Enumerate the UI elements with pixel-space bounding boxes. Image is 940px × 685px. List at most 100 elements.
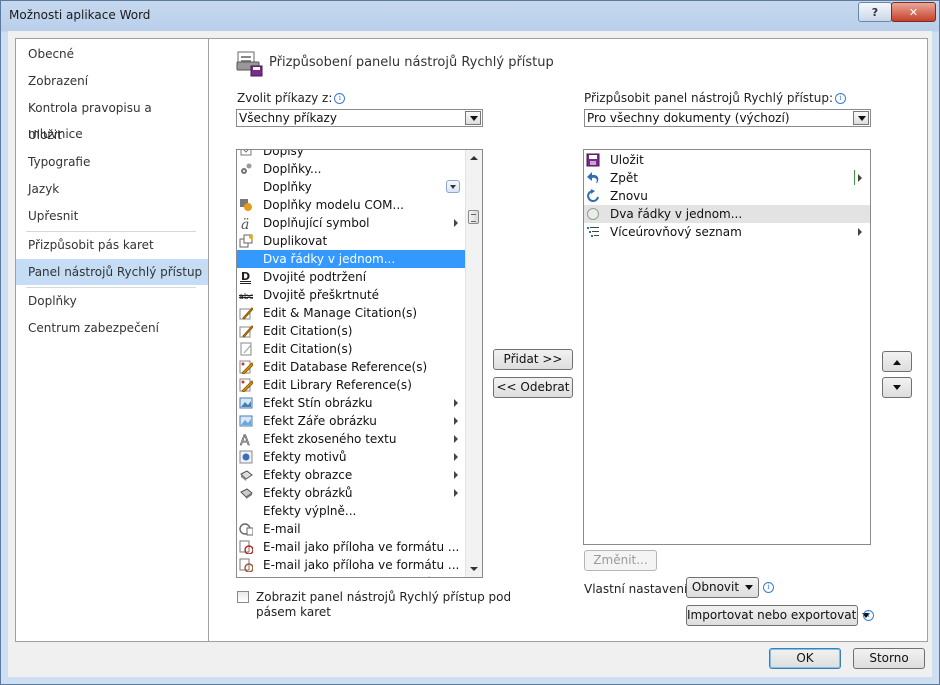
command-item[interactable]: Dopisy [237,150,465,160]
submenu-arrow-icon [454,435,458,443]
edit-reference-icon [239,360,253,374]
command-item-label: Doplňující symbol [263,216,370,230]
command-item[interactable]: Edit & Manage Citation(s) [237,304,465,322]
show-below-ribbon-checkbox[interactable] [237,591,249,603]
nav-item-typography[interactable]: Typografie [16,149,208,175]
scroll-thumb[interactable] [468,210,479,224]
modify-button[interactable]: Změnit... [584,550,657,571]
import-export-label: Importovat nebo exportovat [687,608,857,622]
choose-commands-select[interactable]: Všechny příkazy [236,109,483,127]
command-item[interactable]: Duplikovat [237,232,465,250]
import-export-dropdown-button[interactable]: Importovat nebo exportovat [686,605,871,626]
com-addin-icon [240,199,252,211]
command-item-label: Duplikovat [263,234,328,248]
toolbar-items-list[interactable]: Uložit Zpět Znovu Dva řádky v jednom... Více… [583,149,871,545]
nav-item-trust-center[interactable]: Centrum zabezpečení [16,315,208,341]
add-button[interactable]: Přidat >> [493,349,573,370]
command-item[interactable]: abc Dvojitě přeškrtnuté [237,286,465,304]
submenu-arrow-icon [454,219,458,227]
toolbar-item[interactable]: Dva řádky v jednom... [584,205,870,223]
command-item[interactable]: E-mail [237,520,465,538]
customize-toolbar-select[interactable]: Pro všechny dokumenty (výchozí) [584,109,871,127]
nav-item-general[interactable]: Obecné [16,41,208,67]
gears-icon [241,163,252,174]
email-xps-icon [239,558,253,572]
custom-settings-label: Vlastní nastavení: [584,582,692,596]
command-item[interactable]: Dva řádky v jednom... [237,250,465,268]
command-item[interactable]: A Efekt zkoseného textu [237,430,465,448]
command-item[interactable]: Efekty výplně... [237,502,465,520]
title-bar[interactable]: Možnosti aplikace Word ? ✕ [1,1,939,31]
toolbar-item[interactable]: Znovu [584,187,870,205]
toolbar-item[interactable]: Uložit [584,151,870,169]
command-item[interactable]: Edit Library Reference(s) [237,376,465,394]
choose-commands-label: Zvolit příkazy z: i [237,91,346,105]
toolbar-item[interactable]: Víceúrovňový seznam [584,223,870,241]
chevron-down-icon[interactable] [853,111,869,125]
customize-toolbar-value: Pro všechny dokumenty (výchozí) [587,111,790,125]
toolbar-item[interactable]: Zpět [584,169,870,187]
toolbar-item-label: Uložit [610,153,644,167]
command-item[interactable]: Efekty obrázků [237,484,465,502]
command-item[interactable]: Edit Citation(s) [237,340,465,358]
command-item[interactable]: Doplňky [237,178,465,196]
multilevel-list-icon [587,227,599,237]
command-item[interactable]: Efekt Stín obrázku [237,394,465,412]
commands-scrollbar[interactable] [465,150,482,577]
info-icon: i [863,610,874,621]
command-item[interactable]: ä Doplňující symbol [237,214,465,232]
command-item[interactable]: Efekty obrazce [237,466,465,484]
show-below-ribbon-label-line2: pásem karet [256,605,331,619]
nav-item-save[interactable]: Uložit [16,122,208,148]
duplicate-icon [239,234,253,248]
remove-button[interactable]: << Odebrat [493,377,573,398]
email-icon [239,576,253,578]
command-item-label: E-mail jako příloha ve formátu ... [263,540,460,554]
close-button[interactable]: ✕ [891,2,936,22]
nav-item-addins[interactable]: Doplňky [16,288,208,314]
command-item-label: Doplňky [263,180,312,194]
chevron-down-icon[interactable] [465,111,481,125]
nav-item-quick-access-toolbar[interactable]: Panel nástrojů Rychlý přístup [16,259,208,285]
command-item[interactable]: D Dvojité podtržení [237,268,465,286]
move-up-button[interactable] [882,351,912,372]
command-item[interactable]: Doplňky... [237,160,465,178]
command-item[interactable]: Efekt Záře obrázku [237,412,465,430]
submenu-arrow-icon [454,453,458,461]
nav-item-customize-ribbon[interactable]: Přizpůsobit pás karet [16,232,208,258]
shape-effects-icon [240,470,253,481]
help-button[interactable]: ? [858,2,892,22]
scroll-up-icon[interactable] [470,156,478,160]
nav-item-language[interactable]: Jazyk [16,176,208,202]
command-item[interactable]: E-mail jako příloha ve formátu ... [237,574,465,578]
command-item[interactable]: E-mail jako příloha ve formátu ... [237,538,465,556]
cancel-button[interactable]: Storno [853,648,925,669]
command-item[interactable]: Doplňky modelu COM... [237,196,465,214]
chevron-down-icon [745,585,754,590]
command-item[interactable]: Edit Database Reference(s) [237,358,465,376]
nav-item-advanced[interactable]: Upřesnit [16,203,208,229]
nav-item-display[interactable]: Zobrazení [16,68,208,94]
accent-a-icon: ä [241,217,249,230]
command-item-label: Efekt Stín obrázku [263,396,373,410]
nav-item-proofing[interactable]: Kontrola pravopisu a mluvnice [16,95,208,141]
options-dialog: Možnosti aplikace Word ? ✕ Obecné Zobraz… [0,0,940,685]
submenu-arrow-icon [454,417,458,425]
command-item-label: Edit Database Reference(s) [263,360,428,374]
commands-list[interactable]: Dopisy Doplňky... Doplňky Doplňky modelu CO… [236,149,483,578]
command-item-label: Doplňky modelu COM... [263,198,404,212]
command-item[interactable]: Edit Citation(s) [237,322,465,340]
command-item-label: E-mail jako příloha ve formátu ... [263,558,460,572]
scroll-down-icon[interactable] [470,567,478,571]
move-down-button[interactable] [882,377,912,398]
ok-button[interactable]: OK [769,648,841,669]
split-divider [854,170,855,185]
main-panel: Přizpůsobení panelu nástrojů Rychlý přís… [208,38,928,642]
command-item[interactable]: Efekty motivů [237,448,465,466]
command-item[interactable]: E-mail jako příloha ve formátu ... [237,556,465,574]
toolbar-item-label: Víceúrovňový seznam [610,225,742,239]
double-underline-icon: D [240,270,251,284]
email-icon [239,523,253,536]
reset-dropdown-button[interactable]: Obnovit [686,577,759,598]
toolbar-item-label: Znovu [610,189,648,203]
